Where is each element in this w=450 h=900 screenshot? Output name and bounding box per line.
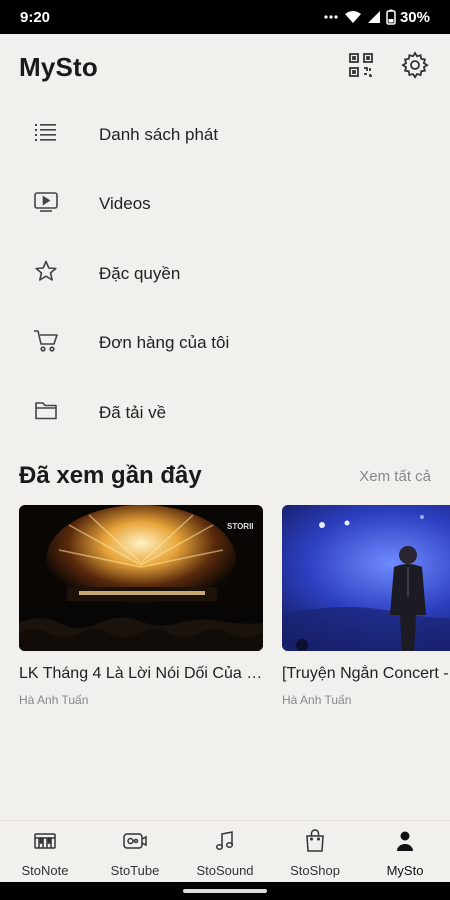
menu-item-label: Đơn hàng của tôi — [99, 333, 230, 353]
nav-item-stonote[interactable]: StoNote — [0, 821, 90, 882]
nav-label: StoNote — [21, 863, 69, 878]
nav-item-stoshop[interactable]: StoShop — [270, 821, 360, 882]
video-thumbnail[interactable]: STORII — [19, 505, 263, 651]
cell-signal-icon — [366, 9, 382, 25]
star-icon — [34, 259, 58, 288]
nav-item-mysto[interactable]: MySto — [360, 821, 450, 882]
video-artist: Hà Anh Tuấn — [282, 693, 352, 707]
menu-item-label: Đã tải về — [99, 402, 167, 422]
status-icons: 30% — [322, 9, 430, 26]
shopping-bag-icon — [305, 828, 325, 858]
menu-item-label: Videos — [99, 194, 151, 214]
status-bar: 9:20 30% — [0, 0, 450, 34]
video-card[interactable]: STORII LK Tháng 4 Là Lời Nói Dối Của Em … — [19, 505, 263, 707]
nav-label: StoShop — [290, 863, 340, 878]
video-title: [Truyện Ngắn Concert - Hà Anh Tuấn] — [282, 665, 450, 682]
battery-icon — [386, 9, 396, 25]
folder-icon — [34, 399, 58, 426]
recent-section-header: Đã xem gần đây Xem tất cả — [0, 455, 450, 497]
battery-percent: 30% — [399, 8, 430, 26]
person-icon — [395, 830, 415, 857]
nav-item-stotube[interactable]: StoTube — [90, 821, 180, 882]
list-icon — [34, 122, 58, 147]
menu-item-videos[interactable]: Videos — [0, 170, 450, 240]
home-indicator[interactable] — [183, 889, 267, 893]
qr-code-button[interactable] — [345, 51, 377, 83]
nav-label: MySto — [386, 863, 424, 878]
recent-carousel[interactable]: STORII LK Tháng 4 Là Lời Nói Dối Của Em … — [19, 505, 450, 715]
settings-button[interactable] — [399, 50, 431, 84]
bottom-navigation: StoNote StoTube StoSound StoShop MySto — [0, 820, 450, 882]
video-title: LK Tháng 4 Là Lời Nói Dối Của Em — [19, 665, 263, 682]
music-note-icon — [214, 830, 236, 857]
nav-label: StoTube — [110, 863, 160, 878]
header-actions — [345, 50, 431, 84]
video-card[interactable]: [Truyện Ngắn Concert - Hà Anh Tuấn] Hà A… — [282, 505, 450, 707]
thumbnail-watermark: STORII — [227, 522, 254, 531]
menu-item-orders[interactable]: Đơn hàng của tôi — [0, 309, 450, 379]
menu-item-downloads[interactable]: Đã tải về — [0, 378, 450, 448]
qr-code-icon — [348, 52, 374, 83]
menu-item-label: Danh sách phát — [99, 124, 219, 144]
status-time: 9:20 — [20, 8, 51, 26]
section-title: Đã xem gần đây — [19, 462, 202, 489]
menu-item-privileges[interactable]: Đặc quyền — [0, 239, 450, 309]
gear-icon — [401, 50, 429, 84]
menu-item-label: Đặc quyền — [99, 263, 181, 283]
app-header: MySto — [0, 34, 450, 100]
video-artist: Hà Anh Tuấn — [19, 693, 89, 707]
see-all-link[interactable]: Xem tất cả — [359, 468, 431, 485]
piano-icon — [33, 831, 57, 856]
nav-item-stosound[interactable]: StoSound — [180, 821, 270, 882]
video-icon — [33, 191, 59, 218]
wifi-icon — [344, 9, 362, 25]
nav-label: StoSound — [196, 863, 254, 878]
camera-icon — [122, 831, 148, 856]
menu-list: Danh sách phát Videos Đặc quyền Đơn hàng… — [0, 100, 450, 448]
video-thumbnail[interactable] — [282, 505, 450, 651]
cart-icon — [33, 329, 59, 358]
menu-item-playlist[interactable]: Danh sách phát — [0, 100, 450, 170]
page-title: MySto — [19, 51, 98, 82]
signal-dots-icon — [322, 9, 340, 25]
